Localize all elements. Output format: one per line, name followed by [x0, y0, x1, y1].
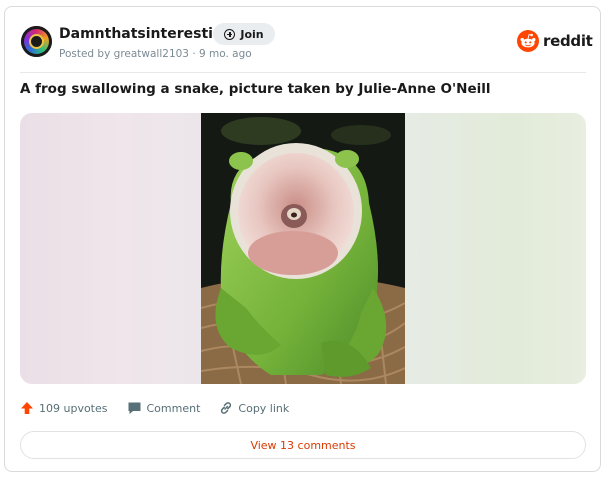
- upvote-button[interactable]: 109 upvotes: [20, 401, 108, 415]
- post-title[interactable]: A frog swallowing a snake, picture taken…: [20, 81, 491, 97]
- view-comments-button[interactable]: View 13 comments: [20, 431, 586, 459]
- community-name[interactable]: Damnthatsinteresting: [59, 26, 233, 42]
- comment-label: Comment: [146, 401, 201, 415]
- post-meta: Posted by greatwall2103 · 9 mo. ago: [59, 48, 252, 60]
- upvote-arrow-icon: [21, 402, 33, 414]
- post-media[interactable]: [20, 113, 586, 384]
- reddit-wordmark: reddit: [543, 32, 593, 50]
- join-button[interactable]: Join: [213, 23, 275, 45]
- plus-circle-icon: [224, 28, 236, 40]
- reddit-logo-icon: [517, 30, 539, 52]
- post-actions: 109 upvotes Comment Copy link: [20, 400, 289, 416]
- comment-button[interactable]: Comment: [127, 401, 201, 415]
- frog-photo-illustration: [201, 113, 405, 384]
- join-label: Join: [240, 27, 264, 41]
- post-image[interactable]: [201, 113, 405, 384]
- community-avatar[interactable]: [21, 26, 52, 57]
- copy-link-button[interactable]: Copy link: [219, 401, 289, 415]
- post-card: Damnthatsinteresting Join Posted by grea…: [4, 6, 601, 472]
- upvote-count: 109 upvotes: [39, 401, 108, 415]
- copy-link-label: Copy link: [238, 401, 290, 415]
- reddit-logo[interactable]: reddit: [517, 30, 593, 52]
- comment-bubble-icon: [128, 402, 140, 414]
- link-icon: [221, 402, 232, 414]
- header-divider: [20, 72, 586, 73]
